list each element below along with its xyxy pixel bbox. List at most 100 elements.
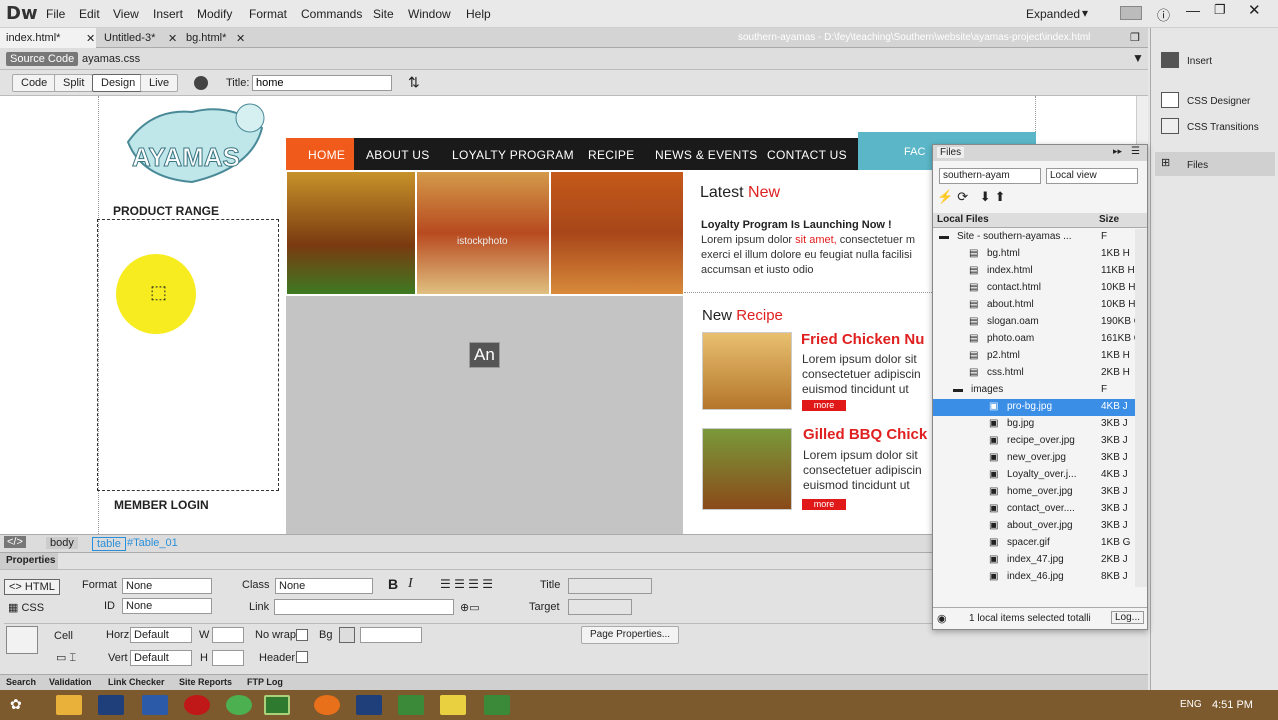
file-row[interactable]: ▬ images F [933,382,1135,399]
help-icon[interactable]: ⓘ [1157,5,1170,24]
clock[interactable]: 4:51 PM [1212,699,1253,711]
minimize-icon[interactable]: — [1186,2,1200,18]
file-row[interactable]: ▣ index_46.jpg 8KB J [933,569,1135,586]
tag-body[interactable]: body [46,537,78,549]
tab-untitled[interactable]: Untitled-3* ✕ [98,28,178,48]
panel-insert[interactable]: Insert [1155,48,1275,72]
recipe1-more-button[interactable]: more [802,400,846,411]
nav-recipe[interactable]: RECIPE [588,148,634,162]
nav-news[interactable]: NEWS & EVENTS [655,148,758,162]
horz-select[interactable]: Default [130,627,192,643]
recipe1-title[interactable]: Fried Chicken Nu [801,331,924,348]
expand-icon[interactable]: ▸▸ [1113,146,1122,157]
fireworks-icon[interactable] [440,695,466,715]
file-row[interactable]: ▤ slogan.oam 190KB C [933,314,1135,331]
source-code-button[interactable]: Source Code [6,52,79,66]
nav-loyalty[interactable]: LOYALTY PROGRAM [452,148,574,162]
file-row[interactable]: ▤ p2.html 1KB H [933,348,1135,365]
close-icon[interactable]: ✕ [1248,1,1261,19]
list-icons[interactable]: ☰ ☰ ☰ ☰ [440,577,493,591]
excel-icon[interactable] [398,695,424,715]
file-row[interactable]: ▬ Site - southern-ayamas ... F [933,229,1135,246]
title-input[interactable] [252,75,392,91]
get-icon[interactable]: ⬇ [980,189,995,204]
target-select[interactable] [568,599,632,615]
filter-icon[interactable]: ▼ [1132,51,1144,65]
class-select[interactable]: None [275,578,373,594]
menu-modify[interactable]: Modify [197,7,232,21]
file-row[interactable]: ▣ recipe_over.jpg 3KB J [933,433,1135,450]
chevron-down-icon[interactable]: ▾ [1082,6,1088,20]
recipe2-title[interactable]: Gilled BBQ Chick [803,426,927,443]
tab-link-checker[interactable]: Link Checker [108,677,165,687]
tab-index[interactable]: index.html* ✕ [0,28,96,48]
files-tab[interactable]: Files [937,147,965,158]
close-icon[interactable]: ✕ [86,32,95,45]
put-icon[interactable]: ⬆ [995,189,1010,204]
restore-icon[interactable]: ❐ [1214,2,1226,18]
col-size[interactable]: Size [1099,214,1119,225]
width-input[interactable] [212,627,244,643]
file-row[interactable]: ▣ index_47.jpg 2KB J [933,552,1135,569]
related-file-css[interactable]: ayamas.css [82,53,140,65]
file-row[interactable]: ▣ pro-bg.jpg 4KB J [933,399,1135,416]
sync-settings-icon[interactable] [1120,6,1142,20]
file-management-icon[interactable]: ⇅ [408,74,420,91]
file-row[interactable]: ▤ index.html 11KB H [933,263,1135,280]
col-local-files[interactable]: Local Files [937,214,989,225]
file-row[interactable]: ▣ home_over.jpg 3KB J [933,484,1135,501]
dreamweaver-taskbar-icon[interactable] [264,695,290,715]
product-range-box[interactable] [97,219,279,491]
connect-icon[interactable]: ⚡ [937,189,957,204]
file-row[interactable]: ▤ about.html 10KB H [933,297,1135,314]
nowrap-checkbox[interactable] [296,629,308,641]
header-checkbox[interactable] [296,651,308,663]
nav-contact[interactable]: CONTACT US [767,148,847,162]
files-scrollbar[interactable] [1135,229,1147,587]
id-select[interactable]: None [122,598,212,614]
view-select[interactable]: Local view [1046,168,1138,184]
design-view-button[interactable]: Design [92,74,145,92]
workspace-switcher[interactable]: Expanded [1026,7,1080,21]
menu-file[interactable]: File [46,7,65,21]
menu-help[interactable]: Help [466,7,491,21]
file-row[interactable]: ▤ css.html 2KB H [933,365,1135,382]
vert-select[interactable]: Default [130,650,192,666]
restore-icon[interactable]: ❐ [1130,31,1140,44]
media-icon[interactable] [184,695,210,715]
italic-button[interactable]: I [408,576,413,592]
page-properties-button[interactable]: Page Properties... [581,626,680,644]
file-row[interactable]: ▤ bg.html 1KB H [933,246,1135,263]
firefox-icon[interactable] [314,695,340,715]
panel-menu-icon[interactable]: ☰ [1131,146,1140,157]
panel-files[interactable]: ⊞ Files [1155,152,1275,176]
menu-site[interactable]: Site [373,7,394,21]
html-mode-button[interactable]: <> HTML [4,579,60,595]
panel-css-transitions[interactable]: CSS Transitions [1155,114,1275,138]
file-row[interactable]: ▤ contact.html 10KB H [933,280,1135,297]
tab-site-reports[interactable]: Site Reports [179,677,232,687]
format-select[interactable]: None [122,578,212,594]
css-mode-button[interactable]: ▦ CSS [8,601,44,614]
close-icon[interactable]: ✕ [168,32,177,45]
chrome-icon[interactable] [226,695,252,715]
panel-css-designer[interactable]: CSS Designer [1155,88,1275,112]
file-row[interactable]: ▣ spacer.gif 1KB G [933,535,1135,552]
tab-search[interactable]: Search [6,677,36,687]
file-row[interactable]: ▣ Loyalty_over.j... 4KB J [933,467,1135,484]
language-indicator[interactable]: ENG [1180,699,1202,710]
log-button[interactable]: Log... [1111,611,1145,624]
point-to-file-icon[interactable]: ⊕▭ [460,601,480,614]
live-view-button[interactable]: Live [140,74,179,92]
file-row[interactable]: ▣ bg.jpg 3KB J [933,416,1135,433]
nav-about[interactable]: ABOUT US [366,148,430,162]
globe-icon[interactable] [194,76,208,90]
refresh-icon[interactable]: ⟳ [957,189,972,204]
photoshop-icon[interactable] [98,695,124,715]
word-icon[interactable] [142,695,168,715]
files-toolbar[interactable]: ⚡⟳ ⬇⬆ [937,189,1143,209]
menu-commands[interactable]: Commands [301,7,362,21]
tag-table-id[interactable]: #Table_01 [127,537,178,549]
code-icon[interactable]: </> [4,536,26,548]
bold-button[interactable]: B [388,576,398,592]
